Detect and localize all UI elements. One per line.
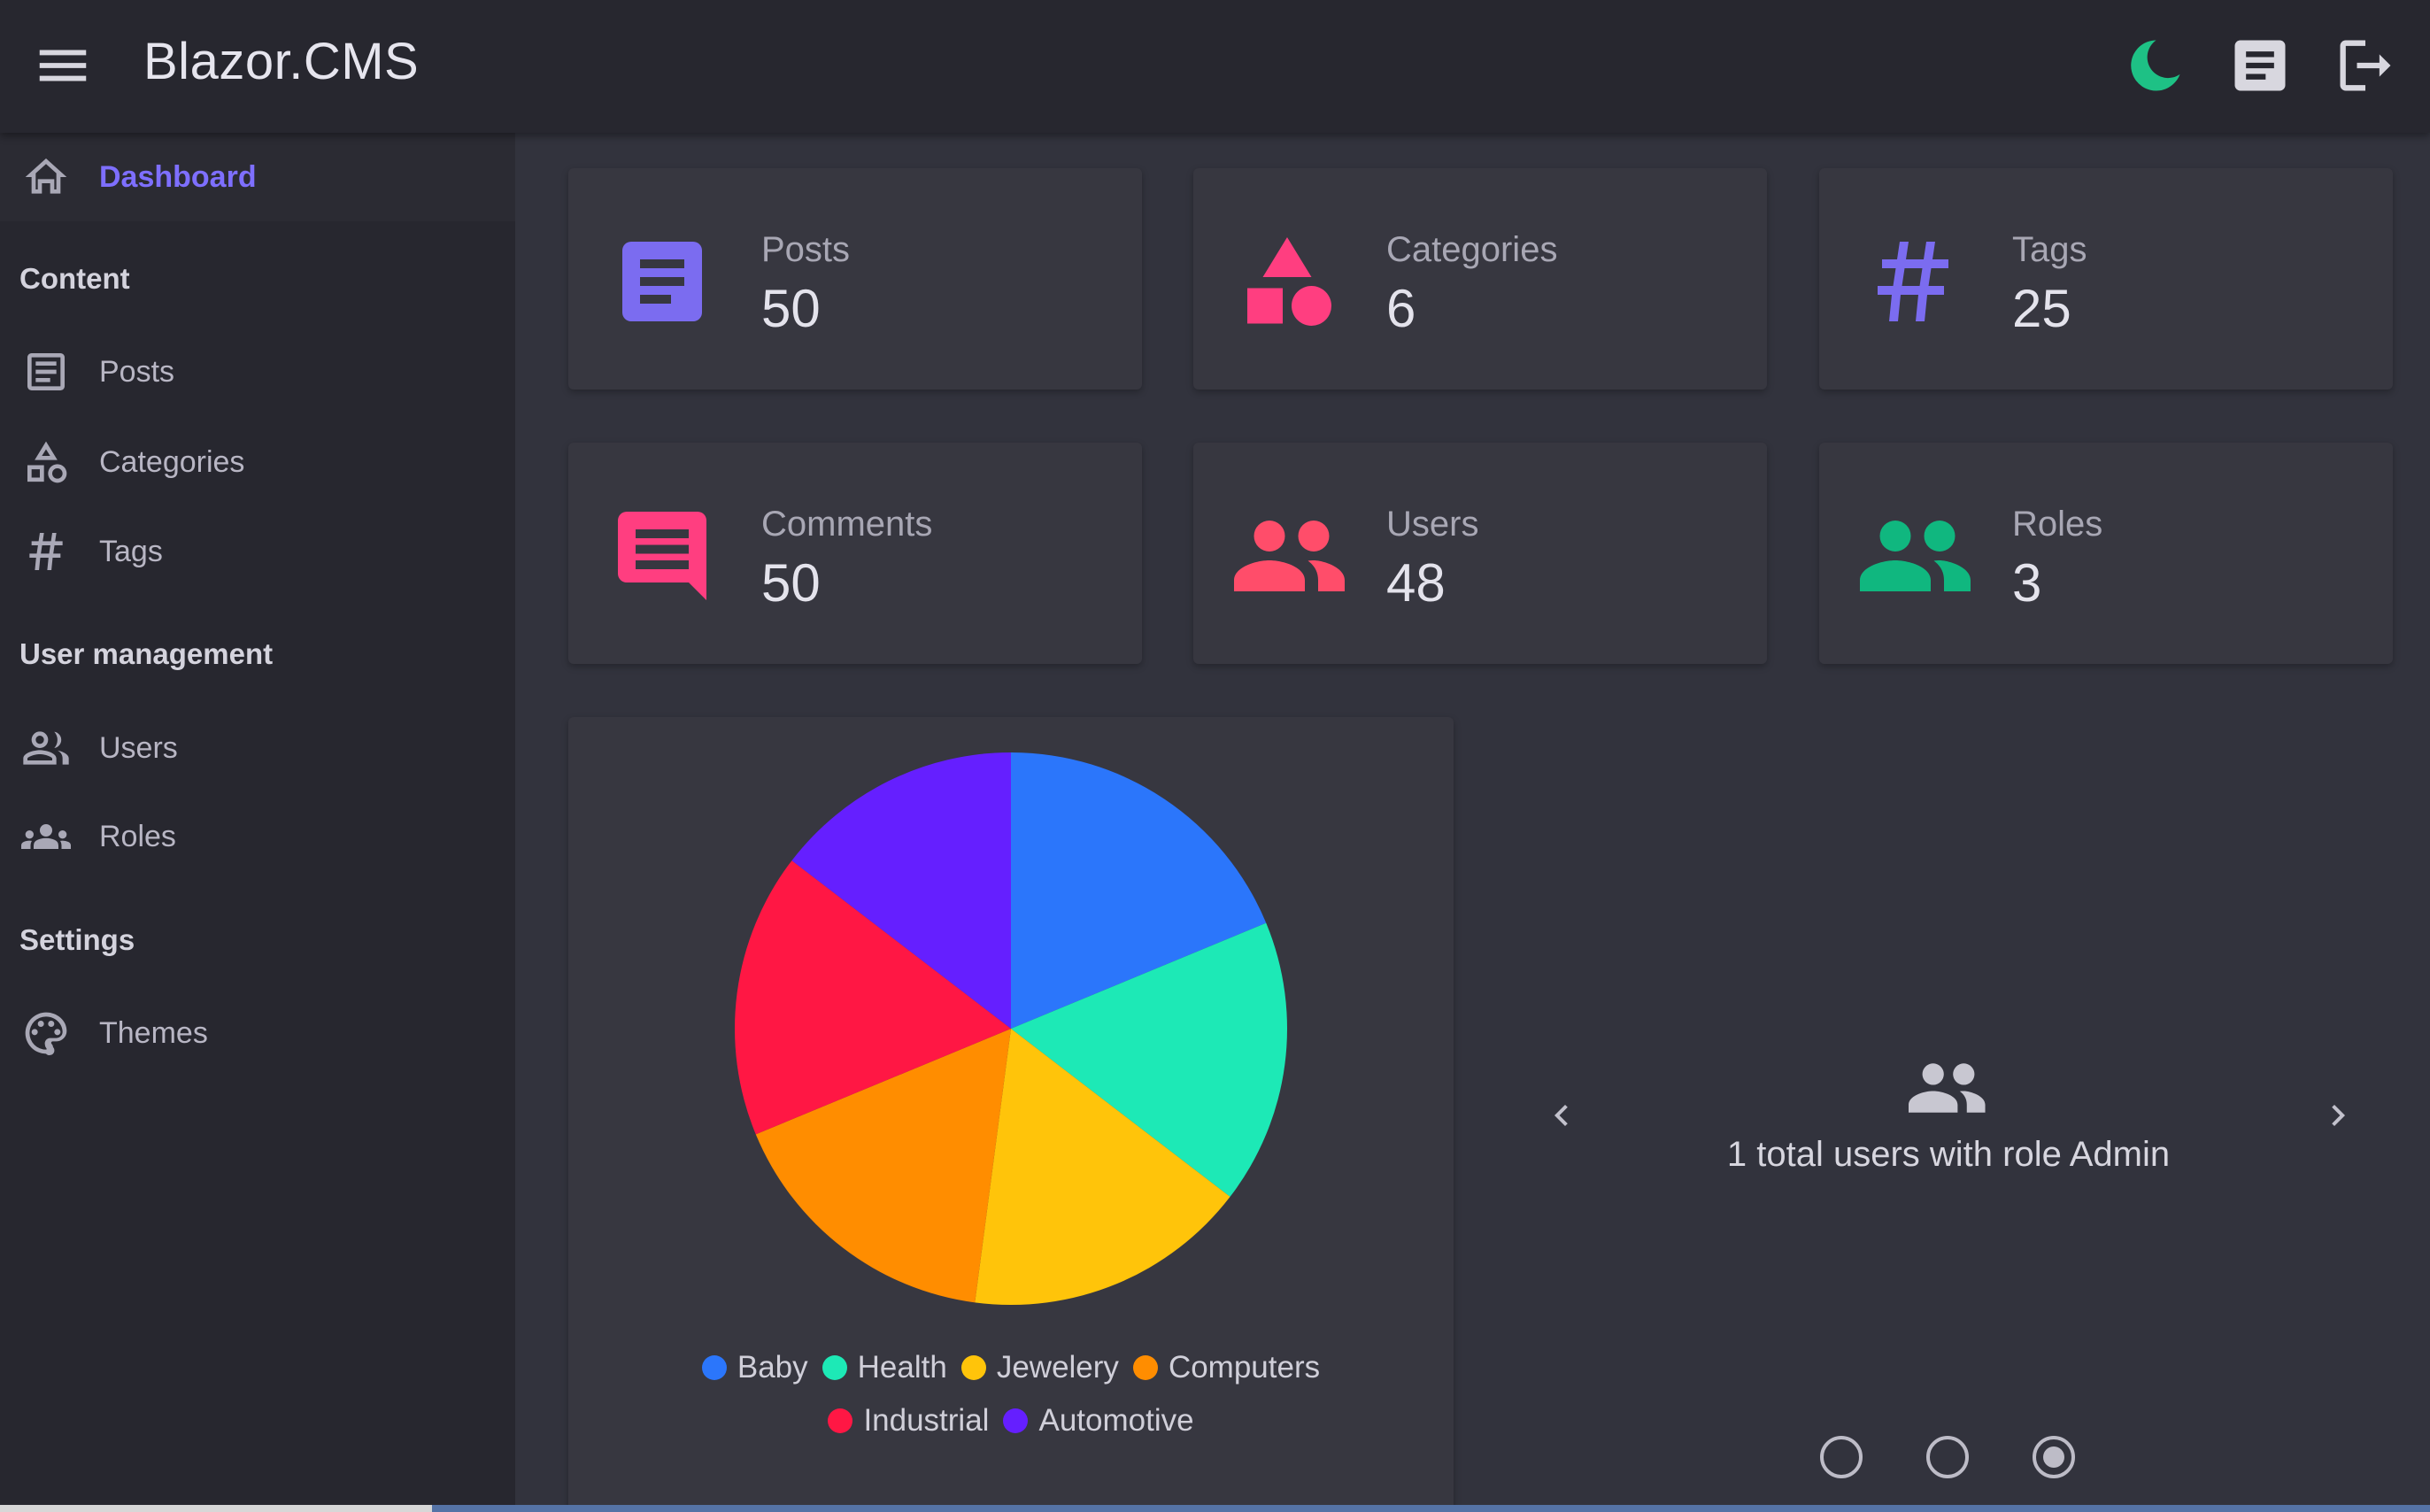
stat-label: Posts — [761, 230, 851, 269]
legend-label: Computers — [1168, 1350, 1321, 1385]
horizontal-scrollbar[interactable] — [0, 1505, 2430, 1512]
nav-group-settings: Settings — [19, 923, 135, 956]
legend-label: Industrial — [863, 1403, 990, 1438]
carousel-caption: 1 total users with role Admin — [1726, 1135, 2171, 1174]
chevron-right-icon[interactable] — [2317, 1091, 2359, 1140]
stat-value: 6 — [1386, 279, 1416, 338]
stat-value: 3 — [2012, 553, 2042, 613]
stat-value: 50 — [761, 553, 821, 613]
sidebar-item-label: Tags — [99, 534, 163, 568]
chart-legend: Industrial Automotive — [568, 1403, 1454, 1439]
scrollbar-thumb[interactable] — [432, 1505, 2430, 1512]
stat-value: 50 — [761, 279, 821, 338]
stat-card-users[interactable]: Users 48 — [1193, 443, 1767, 664]
home-icon — [21, 152, 71, 202]
legend-swatch — [1003, 1408, 1029, 1433]
stat-card-roles[interactable]: Roles 3 — [1819, 443, 2393, 664]
sidebar-item-roles[interactable]: Roles — [0, 792, 515, 881]
stat-label: Users — [1386, 505, 1479, 544]
app-title: Blazor.CMS — [143, 33, 420, 90]
stat-label: Comments — [761, 505, 933, 544]
legend-item-jewelery: Jewelery — [960, 1350, 1119, 1385]
palette-icon — [21, 1008, 71, 1058]
legend-label: Jewelery — [996, 1350, 1119, 1385]
carousel-indicators — [1815, 1436, 2098, 1485]
chart-legend: Baby Health Jewelery Computers — [568, 1350, 1454, 1385]
legend-item-industrial: Industrial — [828, 1403, 989, 1439]
article-icon — [21, 347, 71, 397]
comment-icon — [609, 503, 715, 609]
legend-item-computers: Computers — [1132, 1350, 1321, 1385]
people-icon — [1860, 503, 1971, 609]
stat-label: Categories — [1386, 230, 1558, 269]
dark-mode-icon[interactable] — [2121, 32, 2188, 99]
people-icon — [1234, 503, 1345, 609]
category-pie-chart — [735, 752, 1287, 1305]
sidebar-item-tags[interactable]: Tags — [0, 507, 515, 596]
legend-swatch — [960, 1355, 986, 1380]
legend-label: Health — [857, 1350, 947, 1385]
legend-item-automotive: Automotive — [1003, 1403, 1194, 1439]
stat-value: 25 — [2012, 279, 2071, 338]
carousel-dot-active-fill — [2043, 1446, 2064, 1468]
carousel-dot-2[interactable] — [1926, 1436, 1969, 1478]
docs-icon[interactable] — [2226, 32, 2294, 99]
sidebar-item-themes[interactable]: Themes — [0, 989, 515, 1077]
stat-card-categories[interactable]: Categories 6 — [1193, 168, 1767, 390]
scrollbar-track — [0, 1505, 432, 1512]
sidebar-item-label: Dashboard — [99, 159, 257, 194]
stat-card-tags[interactable]: Tags 25 — [1819, 168, 2393, 390]
stat-card-posts[interactable]: Posts 50 — [568, 168, 1142, 390]
hashtag-icon — [21, 527, 71, 576]
menu-icon[interactable] — [32, 35, 94, 96]
sidebar-item-posts[interactable]: Posts — [0, 328, 515, 416]
nav-group-user-management: User management — [19, 637, 274, 670]
legend-swatch — [701, 1355, 727, 1380]
category-chart-card: Baby Health Jewelery Computers Industrial Au… — [568, 717, 1454, 1512]
stat-value: 48 — [1386, 553, 1446, 613]
groups-icon — [20, 812, 72, 861]
legend-item-baby: Baby — [701, 1350, 808, 1385]
sidebar-item-label: Roles — [99, 819, 176, 853]
shapes-icon — [21, 437, 71, 487]
sidebar-item-users[interactable]: Users — [0, 704, 515, 792]
stat-card-comments[interactable]: Comments 50 — [568, 443, 1142, 664]
sidebar-item-label: Categories — [99, 444, 245, 479]
legend-label: Baby — [737, 1350, 808, 1385]
sidebar-item-categories[interactable]: Categories — [0, 418, 515, 506]
logout-icon[interactable] — [2332, 32, 2399, 99]
shapes-icon — [1234, 228, 1340, 335]
groups-icon — [1909, 1057, 1988, 1119]
legend-swatch — [828, 1408, 853, 1433]
carousel-dot-1[interactable] — [1820, 1436, 1863, 1478]
sidebar-item-label: Users — [99, 730, 178, 765]
legend-label: Automotive — [1038, 1403, 1194, 1438]
hashtag-icon — [1860, 228, 1966, 335]
stat-label: Tags — [2012, 230, 2087, 269]
stat-label: Roles — [2012, 505, 2103, 544]
sidebar: Dashboard Content Posts Categories Tags … — [0, 133, 515, 1512]
app-bar: Blazor.CMS — [0, 0, 2430, 133]
people-icon — [21, 723, 71, 773]
sidebar-item-label: Posts — [99, 354, 175, 389]
carousel-dot-3[interactable] — [2033, 1436, 2075, 1478]
legend-swatch — [1132, 1355, 1158, 1380]
sidebar-item-label: Themes — [99, 1015, 208, 1050]
legend-item-health: Health — [822, 1350, 947, 1385]
nav-group-content: Content — [19, 262, 130, 295]
legend-swatch — [822, 1355, 847, 1380]
chevron-left-icon[interactable] — [1540, 1091, 1583, 1140]
article-icon — [609, 228, 715, 335]
sidebar-item-dashboard[interactable]: Dashboard — [0, 133, 515, 221]
